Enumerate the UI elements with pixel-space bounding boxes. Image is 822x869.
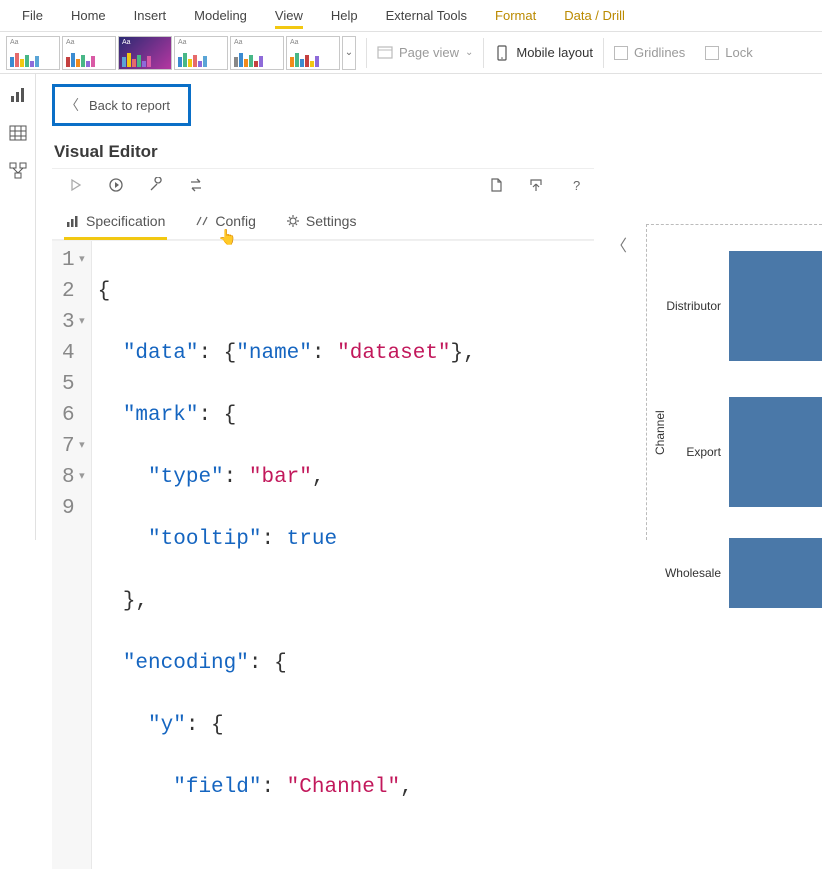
mobile-icon: [494, 45, 510, 61]
menu-insert[interactable]: Insert: [120, 2, 181, 29]
theme-thumb-6[interactable]: Aa: [286, 36, 340, 70]
model-view-icon[interactable]: [9, 162, 27, 180]
menu-file[interactable]: File: [8, 2, 57, 29]
tab-config-label: Config: [215, 213, 255, 229]
repair-icon[interactable]: [148, 177, 164, 193]
tab-config[interactable]: Config: [193, 207, 257, 239]
ribbon: Aa Aa Aa Aa Aa Aa ⌄ Page view ⌄: [0, 32, 822, 74]
left-view-rail: [0, 74, 36, 540]
play-icon[interactable]: [68, 177, 84, 193]
chevron-left-icon: 〈: [65, 95, 79, 115]
chart-bar-row-2: Wholesale: [657, 533, 822, 613]
code-content[interactable]: { "data": {"name": "dataset"}, "mark": {…: [92, 241, 482, 869]
chart-category-2: Wholesale: [657, 566, 729, 580]
chevron-down-icon: ⌄: [465, 47, 473, 58]
editor-toolbar: ?: [52, 169, 594, 201]
menu-help[interactable]: Help: [317, 2, 372, 29]
lock-label: Lock: [725, 45, 752, 60]
settings-tab-icon: [286, 214, 300, 228]
parse-icon[interactable]: [108, 177, 124, 193]
line-gutter: 1▾ 2 3▾ 4 5 6 7▾ 8▾ 9: [52, 241, 92, 869]
chart-bar-0: [729, 251, 822, 361]
theme-more-button[interactable]: ⌄: [342, 36, 356, 70]
theme-gallery: Aa Aa Aa Aa Aa Aa ⌄: [6, 36, 356, 70]
chart-bar-row-0: Distributor: [657, 241, 822, 371]
chart-bar-1: [729, 397, 822, 507]
chart-category-1: Export: [657, 445, 729, 459]
help-icon[interactable]: ?: [568, 177, 584, 193]
menu-data-drill[interactable]: Data / Drill: [550, 2, 639, 29]
page-view-icon: [377, 45, 393, 61]
menu-view[interactable]: View: [261, 2, 317, 29]
tab-specification[interactable]: Specification: [64, 207, 167, 239]
collapse-pane-icon[interactable]: 〈: [611, 232, 627, 256]
menu-external-tools[interactable]: External Tools: [372, 2, 481, 29]
menu-modeling[interactable]: Modeling: [180, 2, 261, 29]
svg-text:?: ?: [573, 178, 580, 193]
tab-settings-label: Settings: [306, 213, 357, 229]
tab-specification-label: Specification: [86, 213, 165, 229]
menubar: File Home Insert Modeling View Help Exte…: [0, 0, 822, 32]
theme-thumb-4[interactable]: Aa: [174, 36, 228, 70]
back-label: Back to report: [89, 98, 170, 113]
report-view-icon[interactable]: [9, 86, 27, 104]
theme-thumb-2[interactable]: Aa: [62, 36, 116, 70]
gridlines-group[interactable]: Gridlines: [614, 45, 685, 60]
chart-preview: Channel Distributor Export Wholesale: [646, 224, 822, 540]
editor-tabs: Specification Config Settings: [52, 201, 594, 240]
config-tab-icon: [195, 214, 209, 228]
theme-thumb-1[interactable]: Aa: [6, 36, 60, 70]
chart-category-0: Distributor: [657, 299, 729, 313]
page-view-label: Page view: [399, 45, 459, 60]
back-to-report-button[interactable]: 〈 Back to report: [52, 84, 191, 126]
export-icon[interactable]: [528, 177, 544, 193]
lock-group[interactable]: Lock: [705, 45, 752, 60]
main-area: 〈 Back to report Visual Editor 👆 〈 ? Spe…: [36, 74, 822, 540]
editor-body: ? Specification Config Settings 1▾ 2 3▾: [52, 168, 594, 869]
menu-format[interactable]: Format: [481, 2, 550, 29]
visual-editor-title: Visual Editor: [54, 142, 158, 162]
menu-home[interactable]: Home: [57, 2, 120, 29]
theme-thumb-3[interactable]: Aa: [118, 36, 172, 70]
swap-icon[interactable]: [188, 177, 204, 193]
gridlines-label: Gridlines: [634, 45, 685, 60]
lock-checkbox[interactable]: [705, 46, 719, 60]
gridlines-checkbox[interactable]: [614, 46, 628, 60]
editor-header: Visual Editor: [52, 140, 594, 168]
theme-thumb-5[interactable]: Aa: [230, 36, 284, 70]
mobile-layout-label: Mobile layout: [516, 45, 593, 60]
tab-settings[interactable]: Settings: [284, 207, 359, 239]
chart-bar-row-1: Export: [657, 387, 822, 517]
spec-tab-icon: [66, 214, 80, 228]
new-spec-icon[interactable]: [488, 177, 504, 193]
page-view-group[interactable]: Page view ⌄: [377, 45, 473, 61]
chart-bar-2: [729, 538, 822, 608]
mobile-layout-group[interactable]: Mobile layout: [494, 45, 593, 61]
code-editor[interactable]: 1▾ 2 3▾ 4 5 6 7▾ 8▾ 9 { "data": {"name":…: [52, 240, 594, 869]
chart-y-axis-label: Channel: [653, 410, 667, 455]
data-view-icon[interactable]: [9, 124, 27, 142]
